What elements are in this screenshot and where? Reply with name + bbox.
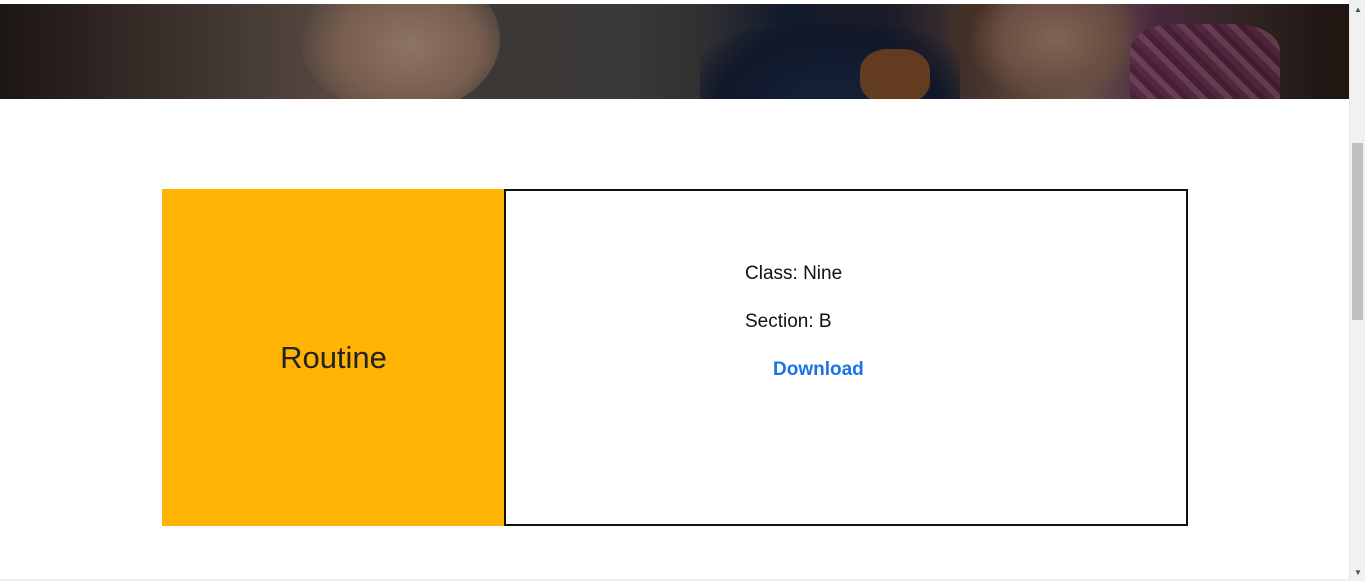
routine-card: Routine Class: Nine Section: B Download [162, 189, 1188, 526]
download-link[interactable]: Download [773, 359, 864, 381]
class-label: Class: Nine [745, 263, 843, 284]
vertical-scrollbar[interactable]: ▲ ▼ [1349, 0, 1365, 581]
routine-card-body: Class: Nine Section: B Download [504, 189, 1188, 526]
routine-title: Routine [280, 339, 387, 375]
scrollbar-thumb[interactable] [1352, 143, 1363, 320]
routine-card-header: Routine [162, 189, 505, 526]
scroll-down-arrow-icon[interactable]: ▼ [1350, 565, 1365, 579]
hero-banner-image [0, 4, 1349, 99]
section-label: Section: B [745, 311, 832, 332]
scroll-up-arrow-icon[interactable]: ▲ [1350, 2, 1365, 16]
